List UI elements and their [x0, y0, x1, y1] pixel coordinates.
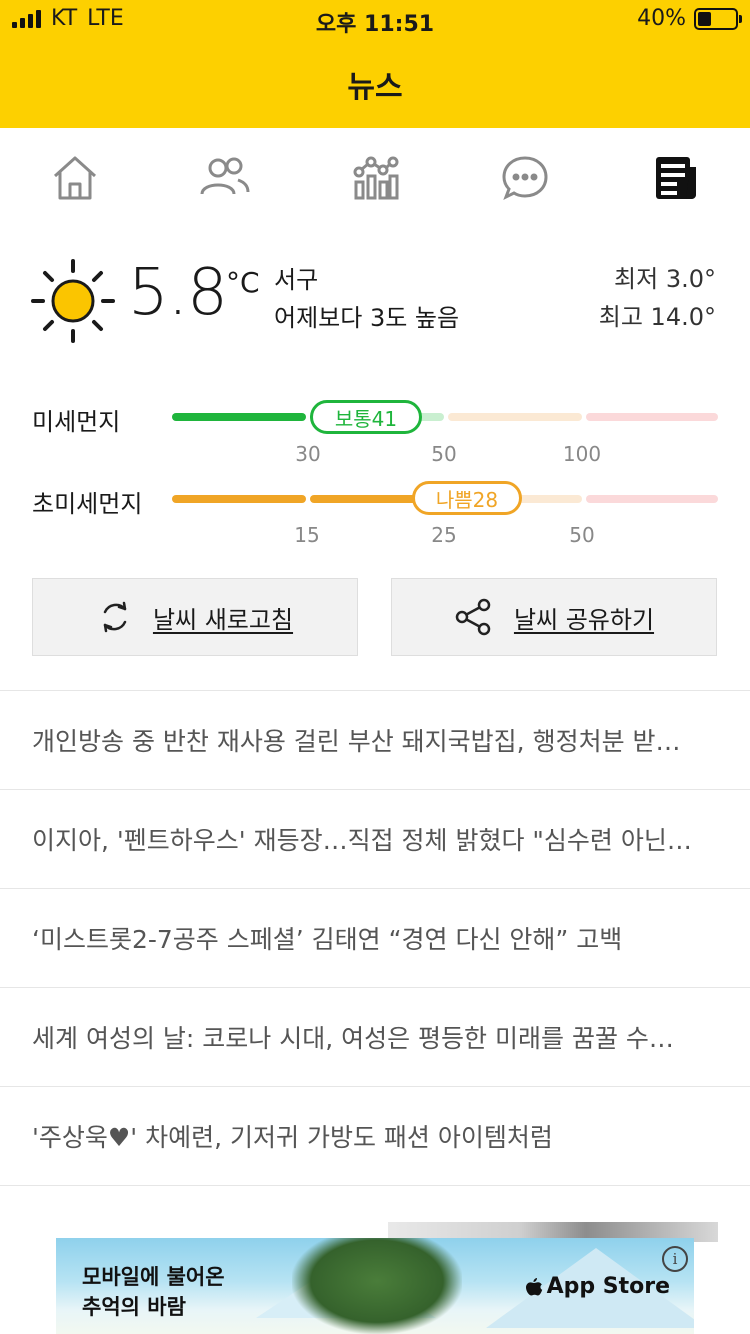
fine-dust-bar-good — [172, 413, 306, 421]
home-icon — [53, 156, 97, 200]
weather-panel: 5.8 °C 서구 어제보다 3도 높음 최저 3.0° 최고 14.0° — [0, 228, 750, 369]
fine-dust-tick: 30 — [295, 442, 321, 466]
tab-home[interactable] — [47, 150, 103, 206]
temperature-comparison: 어제보다 3도 높음 — [274, 304, 460, 332]
refresh-weather-label: 날씨 새로고침 — [152, 605, 294, 634]
high-temperature: 최고 14.0° — [598, 303, 716, 331]
news-headline: '주상욱♥' 차예련, 기저귀 가방도 패션 아이템처럼 — [32, 1123, 553, 1152]
news-item[interactable]: 이지아, '펜트하우스' 재등장…직접 정체 밝혔다 "심수련 아닌… — [0, 789, 750, 888]
news-list: 개인방송 중 반찬 재사용 걸린 부산 돼지국밥집, 행정처분 받… 이지아, … — [0, 690, 750, 1186]
ultrafine-dust-badge: 나쁨28 — [412, 481, 522, 515]
news-headline: 개인방송 중 반찬 재사용 걸린 부산 돼지국밥집, 행정처분 받… — [32, 727, 681, 756]
tree-illustration — [292, 1238, 462, 1334]
refresh-weather-button[interactable]: 날씨 새로고침 — [32, 578, 358, 656]
fine-dust-label: 미세먼지 — [32, 408, 121, 436]
fine-dust-tick: 100 — [562, 442, 602, 466]
newspaper-icon — [656, 157, 696, 199]
ad-headline-line1: 모바일에 불어온 — [82, 1265, 225, 1289]
news-item[interactable]: 세계 여성의 날: 코로나 시대, 여성은 평등한 미래를 꿈꿀 수… — [0, 987, 750, 1086]
ultrafine-dust-tick: 15 — [294, 523, 320, 547]
title-bar: 뉴스 — [0, 40, 750, 128]
tab-bar — [0, 128, 750, 229]
ad-headline: 모바일에 불어온 추억의 바람 — [82, 1262, 225, 1322]
battery-percent: 40% — [637, 6, 686, 31]
ultrafine-dust-label: 초미세먼지 — [32, 490, 143, 518]
news-item[interactable]: '주상욱♥' 차예련, 기저귀 가방도 패션 아이템처럼 — [0, 1086, 750, 1185]
ultrafine-dust-bar-good — [172, 495, 306, 503]
app-store-label: App Store — [546, 1274, 670, 1299]
ad-banner[interactable]: 모바일에 불어온 추억의 바람 App Store i — [56, 1238, 694, 1334]
tab-chat[interactable] — [497, 150, 553, 206]
share-weather-label: 날씨 공유하기 — [513, 605, 655, 634]
news-headline: 세계 여성의 날: 코로나 시대, 여성은 평등한 미래를 꿈꿀 수… — [32, 1024, 674, 1053]
chat-icon — [502, 156, 548, 201]
temperature-unit: °C — [226, 266, 260, 299]
location-label: 서구 — [274, 266, 319, 294]
sun-icon — [31, 259, 115, 343]
page-title: 뉴스 — [347, 70, 403, 105]
news-list-divider — [0, 1185, 750, 1186]
tab-friends[interactable] — [197, 150, 253, 206]
news-item[interactable]: 개인방송 중 반찬 재사용 걸린 부산 돼지국밥집, 행정처분 받… — [0, 690, 750, 789]
news-item[interactable]: ‘미스트롯2-7공주 스페셜’ 김태연 “경연 다신 안해” 고백 — [0, 888, 750, 987]
fine-dust-badge: 보통41 — [310, 400, 422, 434]
refresh-icon — [103, 601, 127, 633]
people-icon — [200, 157, 250, 195]
news-headline: ‘미스트롯2-7공주 스페셜’ 김태연 “경연 다신 안해” 고백 — [32, 925, 623, 954]
ultrafine-dust-bar-very-bad — [586, 495, 718, 503]
ad-info-icon[interactable]: i — [662, 1246, 688, 1272]
battery-icon — [694, 7, 742, 30]
fine-dust-tick: 50 — [431, 442, 457, 466]
ultrafine-dust-tick: 25 — [431, 523, 457, 547]
temperature-value: 5.8 — [128, 256, 228, 330]
ad-headline-line2: 추억의 바람 — [82, 1295, 186, 1319]
low-temperature: 최저 3.0° — [614, 265, 716, 293]
ultrafine-dust-tick: 50 — [569, 523, 595, 547]
fine-dust-bar-bad — [448, 413, 582, 421]
app-store-badge[interactable]: App Store — [525, 1274, 670, 1299]
tab-news[interactable] — [647, 150, 703, 206]
apple-icon — [525, 1277, 542, 1295]
status-bar: KT LTE 오후 11:51 40% — [0, 0, 750, 40]
share-icon — [455, 598, 491, 636]
temperature-range: 최저 3.0° 최고 14.0° — [599, 260, 716, 336]
tab-stats[interactable] — [347, 150, 403, 206]
chart-icon — [353, 156, 399, 200]
dust-panel: 미세먼지 보통41 30 50 100 초미세먼지 나쁨28 15 25 50 — [0, 368, 750, 578]
share-weather-button[interactable]: 날씨 공유하기 — [391, 578, 717, 656]
news-headline: 이지아, '펜트하우스' 재등장…직접 정체 밝혔다 "심수련 아닌… — [32, 826, 692, 855]
fine-dust-bar-very-bad — [586, 413, 718, 421]
